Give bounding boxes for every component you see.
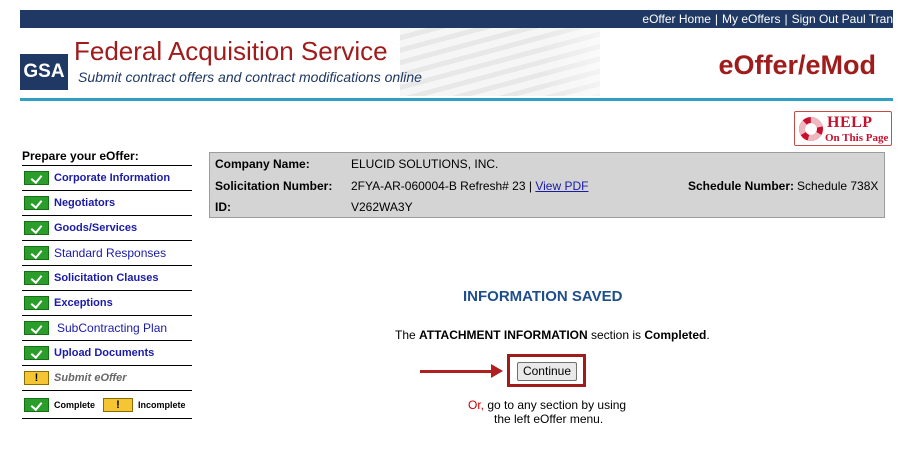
check-icon [24,397,49,412]
check-icon [24,321,49,335]
sidebar-item-label[interactable]: Negotiators [54,197,115,209]
schedule-number-value: Schedule 738X [797,179,879,193]
check-icon [24,196,49,210]
offer-info-panel: Company Name: ELUCID SOLUTIONS, INC. Sol… [209,152,885,218]
status-legend: Complete ! Incomplete [22,391,192,419]
sidebar-item-upload-documents[interactable]: Upload Documents [22,341,192,366]
nav-separator: | [784,12,788,26]
continue-highlight-frame: Continue [507,354,586,387]
warning-icon: ! [103,397,134,412]
help-sublabel: On This Page [825,132,889,144]
sidebar-item-label[interactable]: SubContracting Plan [57,321,167,335]
information-saved-heading: INFORMATION SAVED [463,288,623,305]
sign-out-link[interactable]: Sign Out Paul Tran [792,12,893,26]
sidebar-item-label[interactable]: Solicitation Clauses [54,272,159,284]
sidebar-item-submit-eoffer: ! Submit eOffer [22,366,192,391]
id-value: V262WA3Y [351,200,413,214]
eoffer-home-link[interactable]: eOffer Home [642,12,710,26]
sidebar-item-label: Submit eOffer [54,372,127,384]
arrow-right-icon [491,364,503,378]
legend-complete-label: Complete [54,399,96,410]
header-banner: GSA Federal Acquisition Service Submit c… [20,28,893,96]
id-label: ID: [215,200,231,214]
pointer-arrow-shaft [420,370,495,373]
solicitation-number-value: 2FYA-AR-060004-B Refresh# 23 | View PDF [351,179,589,193]
check-icon [24,221,49,235]
sidebar-item-negotiators[interactable]: Negotiators [22,191,192,216]
site-subtitle: Submit contract offers and contract modi… [78,69,422,85]
eoffer-sidebar: Prepare your eOffer: Corporate Informati… [22,148,192,419]
warning-icon: ! [24,371,49,385]
check-icon [24,271,49,285]
sidebar-item-exceptions[interactable]: Exceptions [22,291,192,316]
sidebar-item-subcontracting-plan[interactable]: SubContracting Plan [22,316,192,341]
lifebuoy-icon [799,117,823,141]
gsa-logo: GSA [20,54,68,90]
sidebar-item-goods-services[interactable]: Goods/Services [22,216,192,241]
sidebar-item-label[interactable]: Corporate Information [54,172,170,184]
sidebar-item-corporate-information[interactable]: Corporate Information [22,166,192,191]
completion-message: The ATTACHMENT INFORMATION section is Co… [395,328,710,342]
check-icon [24,171,49,185]
help-button[interactable]: HELP On This Page [794,111,892,146]
sidebar-item-standard-responses[interactable]: Standard Responses [22,241,192,266]
continue-button[interactable]: Continue [517,362,577,381]
nav-separator: | [714,12,719,26]
section-name: ATTACHMENT INFORMATION [419,328,588,342]
sidebar-item-label[interactable]: Exceptions [54,297,113,309]
company-name-label: Company Name: [215,157,310,171]
or-label: Or, [468,398,485,412]
header-divider [20,98,893,101]
solicitation-number-label: Solicitation Number: [215,179,333,193]
check-icon [24,346,49,360]
help-label: HELP [827,114,873,131]
alternative-instruction: Or, go to any section by using [468,398,627,412]
top-nav-bar: eOffer Home | My eOffers | Sign Out Paul Tra… [20,10,893,28]
view-pdf-link[interactable]: View PDF [535,179,588,193]
my-eoffers-link[interactable]: My eOffers [722,12,780,26]
sidebar-item-label[interactable]: Standard Responses [54,246,166,260]
alternative-instruction-line2: the left eOffer menu. [494,412,604,426]
sidebar-title: Prepare your eOffer: [22,148,192,166]
company-name-value: ELUCID SOLUTIONS, INC. [351,157,499,171]
schedule-number-label: Schedule Number: [688,179,795,193]
site-title: Federal Acquisition Service [74,36,388,66]
sidebar-item-label[interactable]: Upload Documents [54,347,154,359]
check-icon [24,246,49,260]
sidebar-item-solicitation-clauses[interactable]: Solicitation Clauses [22,266,192,291]
legend-incomplete-label: Incomplete [138,399,186,410]
section-status: Completed [644,328,707,342]
app-title: eOffer/eMod [718,50,876,80]
sidebar-item-label[interactable]: Goods/Services [54,222,137,234]
check-icon [24,296,49,310]
